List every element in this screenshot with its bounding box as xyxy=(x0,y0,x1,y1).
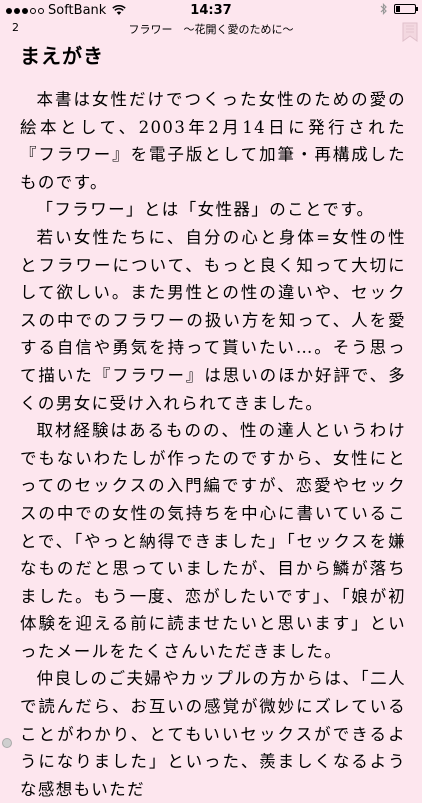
bookmark-icon[interactable] xyxy=(401,21,419,43)
paragraph: 本書は女性だけでつくった女性のための愛の絵本として、2003年2月14日に発行さ… xyxy=(20,90,406,192)
body-text: 本書は女性だけでつくった女性のための愛の絵本として、2003年2月14日に発行さ… xyxy=(20,86,406,803)
status-bar: SoftBank 14:37 xyxy=(0,0,422,20)
paragraph: 取材経験はあるものの、性の達人というわけでもないわたしが作ったのですから、女性に… xyxy=(20,421,406,661)
paragraph: 若い女性たちに、自分の心と身体=女性の性とフラワーについて、もっと良く知って大切… xyxy=(20,227,406,413)
chapter-title: まえがき xyxy=(20,44,104,68)
paragraph: 「フラワー」とは「女性器」のことです。 xyxy=(36,200,375,220)
book-title: フラワー ～花開く愛のために～ xyxy=(128,23,294,36)
paragraph: 仲良しのご夫婦やカップルの方からは、「二人で読んだら、お互いの感覚が微妙にズレて… xyxy=(20,669,406,799)
page-content: まえがき 本書は女性だけでつくった女性のための愛の絵本として、2003年2月14… xyxy=(20,42,406,803)
battery-icon xyxy=(394,4,418,14)
status-time: 14:37 xyxy=(190,3,232,18)
status-right xyxy=(380,3,418,15)
reader-header: 2 フラワー ～花開く愛のために～ xyxy=(0,21,422,42)
bluetooth-icon xyxy=(380,3,387,15)
menu-toggle-icon[interactable] xyxy=(2,738,12,748)
